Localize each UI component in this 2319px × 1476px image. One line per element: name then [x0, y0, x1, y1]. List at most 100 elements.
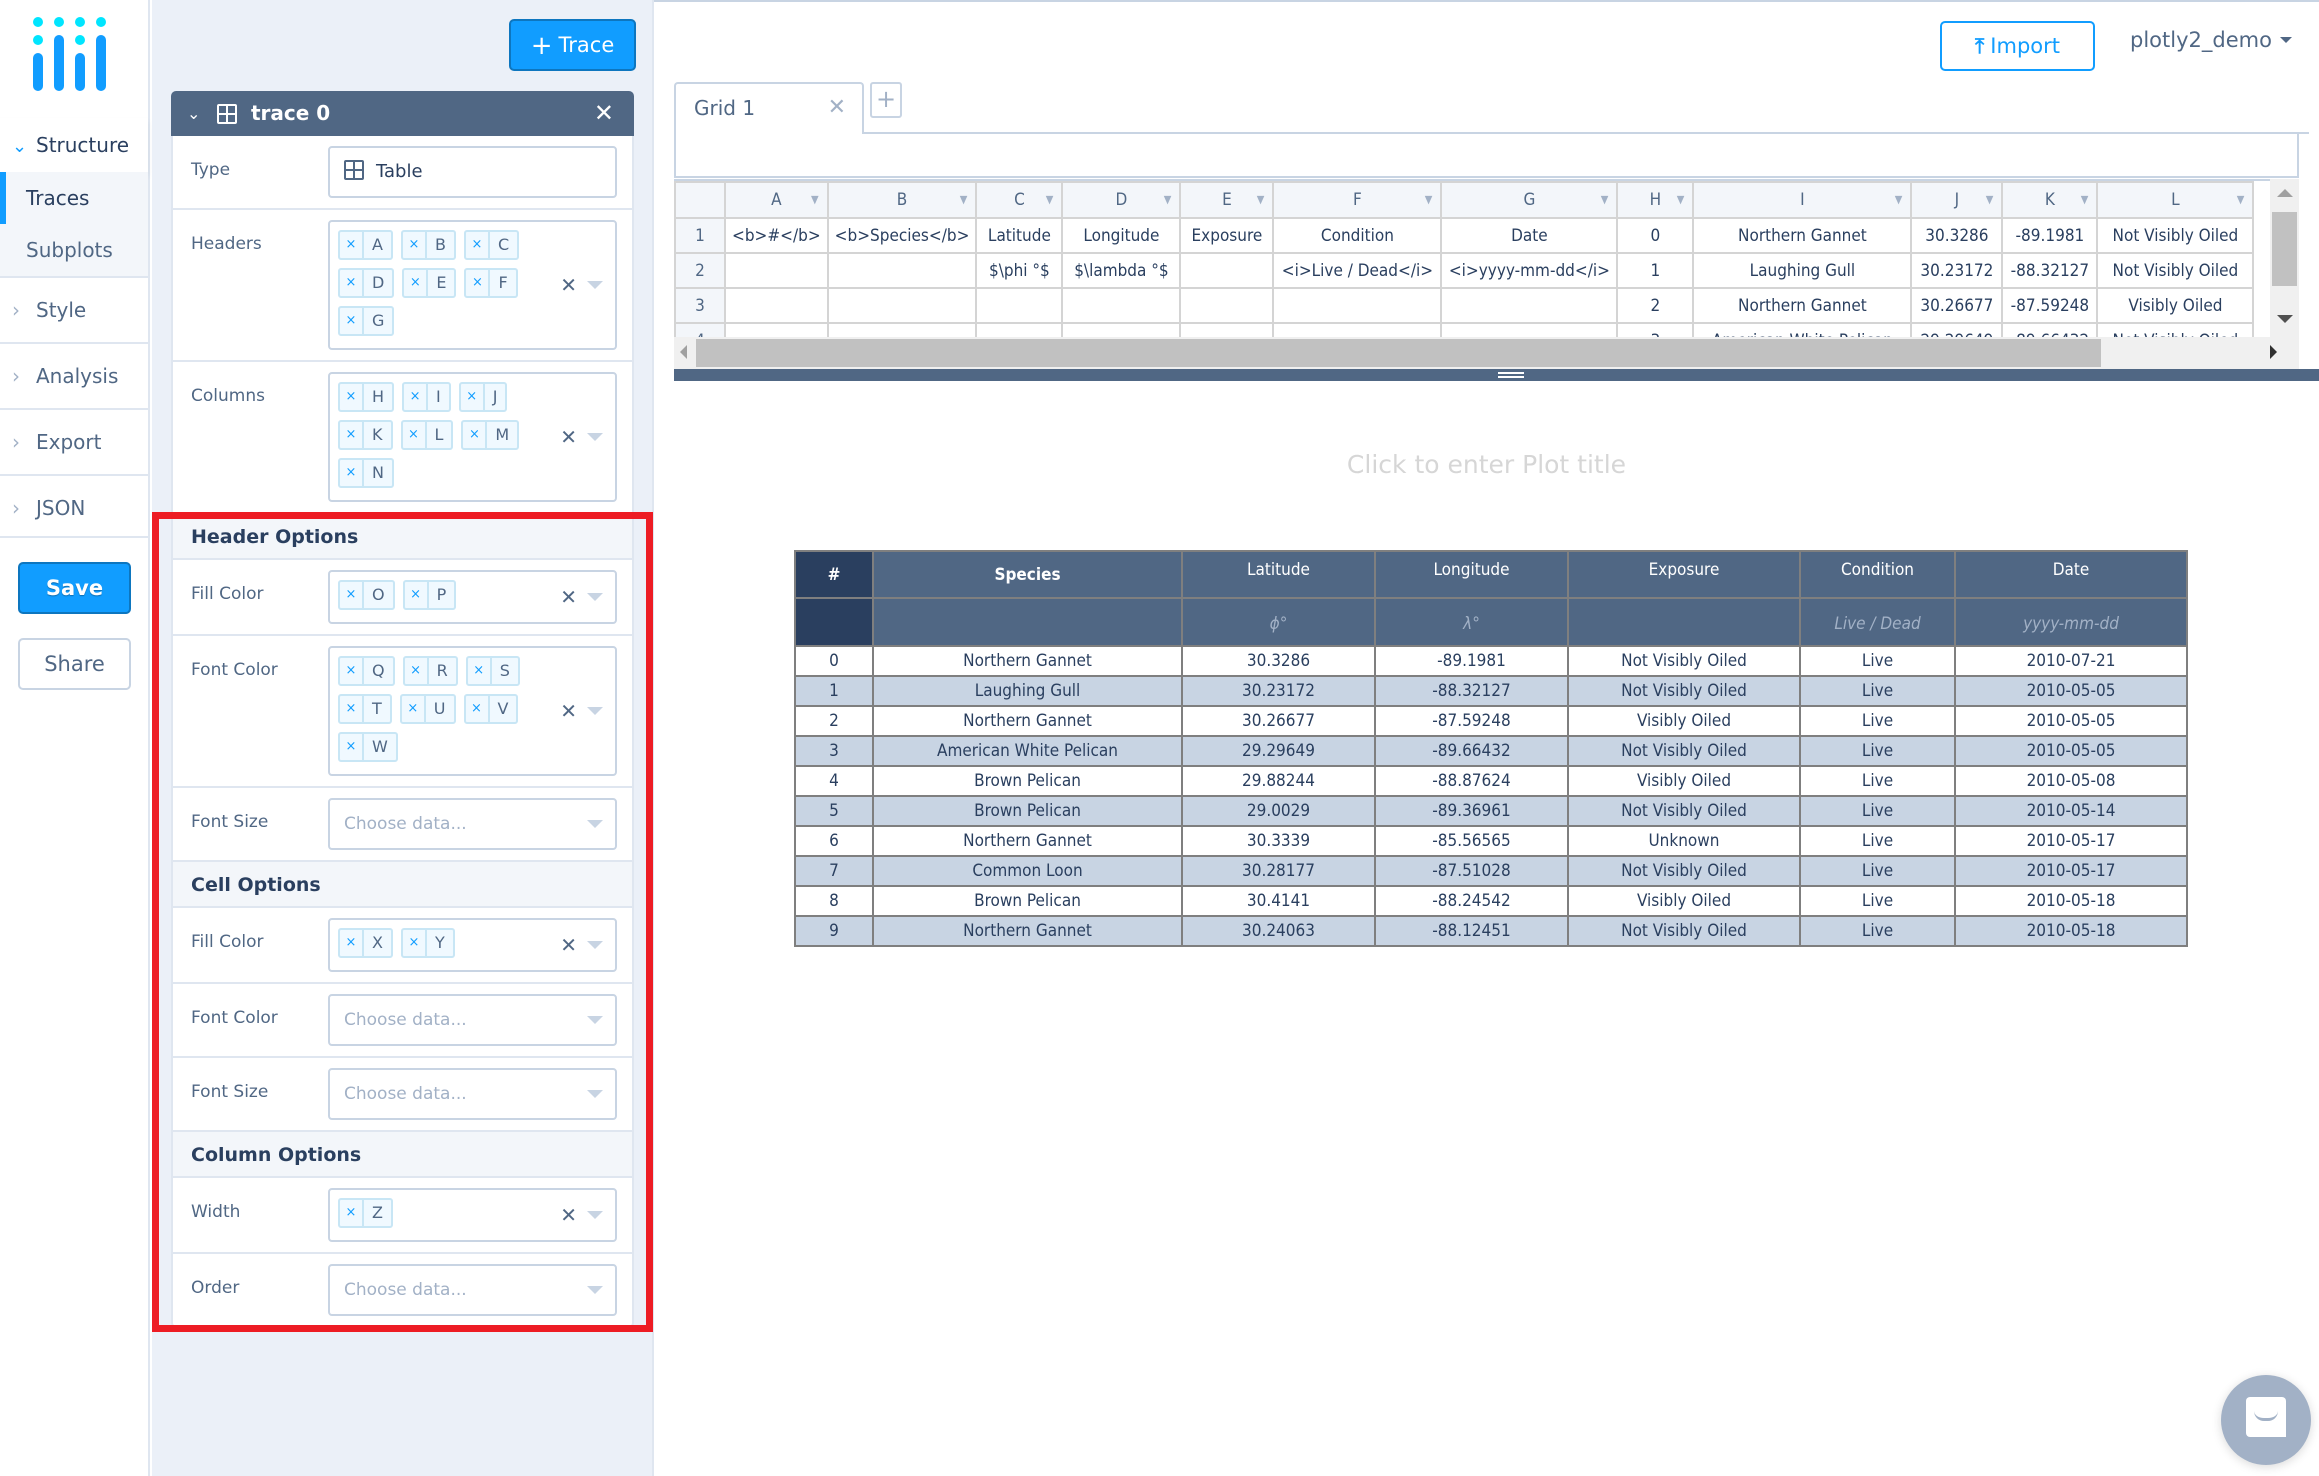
grid-cell[interactable]: [826, 252, 978, 289]
grid-horizontal-scrollbar[interactable]: [674, 337, 2299, 369]
remove-chip-icon[interactable]: ×: [340, 1200, 364, 1226]
dropdown-caret-icon[interactable]: [587, 593, 603, 601]
column-order-select[interactable]: Choose data...: [328, 1264, 617, 1316]
scroll-thumb[interactable]: [2272, 212, 2297, 286]
cell-font-size-select[interactable]: Choose data...: [328, 1068, 617, 1120]
remove-chip-icon[interactable]: ×: [340, 422, 364, 448]
nav-item-analysis[interactable]: › Analysis: [0, 342, 148, 406]
grid-column-header[interactable]: D ▼: [1061, 181, 1182, 219]
remove-chip-icon[interactable]: ×: [403, 232, 427, 258]
grid-corner[interactable]: [674, 181, 726, 219]
column-chip[interactable]: × A: [338, 230, 393, 260]
grid-cell[interactable]: [724, 287, 829, 324]
dropdown-caret-icon[interactable]: [587, 941, 603, 949]
grid-cell[interactable]: -89.1981: [2001, 217, 2099, 254]
column-menu-icon[interactable]: ▼: [960, 193, 968, 206]
trace-header[interactable]: ⌄ trace 0 ✕: [171, 91, 634, 136]
grid-cell[interactable]: 2: [1616, 287, 1695, 324]
column-menu-icon[interactable]: ▼: [811, 193, 819, 206]
save-button[interactable]: Save: [18, 562, 131, 614]
remove-chip-icon[interactable]: ×: [340, 734, 364, 760]
column-chip[interactable]: × C: [463, 230, 520, 260]
column-chip[interactable]: × B: [400, 230, 456, 260]
column-chip[interactable]: × Y: [400, 928, 455, 958]
column-menu-icon[interactable]: ▼: [1425, 193, 1433, 206]
cell-font-color-select[interactable]: Choose data...: [328, 994, 617, 1046]
grid-cell[interactable]: [1272, 287, 1443, 324]
cell-fill-color-select[interactable]: × X × Y ✕: [328, 918, 617, 972]
grid-cell[interactable]: [975, 287, 1064, 324]
grid-cell[interactable]: Date: [1440, 217, 1619, 254]
grid-cell[interactable]: [1179, 287, 1275, 324]
grid-resize-handle[interactable]: [674, 369, 2319, 381]
grid-cell[interactable]: Laughing Gull: [1692, 252, 1913, 289]
column-menu-icon[interactable]: ▼: [2081, 193, 2089, 206]
column-menu-icon[interactable]: ▼: [1257, 193, 1265, 206]
remove-chip-icon[interactable]: ×: [404, 384, 429, 410]
column-chip[interactable]: × Q: [338, 656, 395, 686]
column-chip[interactable]: × T: [338, 694, 392, 724]
clear-icon[interactable]: ✕: [560, 933, 577, 957]
dropdown-caret-icon[interactable]: [587, 433, 603, 441]
remove-chip-icon[interactable]: ×: [466, 232, 490, 258]
grid-cell[interactable]: Exposure: [1179, 217, 1275, 254]
remove-chip-icon[interactable]: ×: [340, 658, 364, 684]
clear-icon[interactable]: ✕: [560, 425, 577, 449]
grid-cell[interactable]: 30.23172: [1910, 252, 2004, 289]
scroll-right-icon[interactable]: [2270, 345, 2277, 359]
drag-grip-icon[interactable]: [1498, 372, 1524, 378]
dropdown-caret-icon[interactable]: [587, 1090, 603, 1098]
grid-cell[interactable]: 1: [1616, 252, 1695, 289]
column-menu-icon[interactable]: ▼: [1895, 193, 1903, 206]
grid-cell[interactable]: Not Visibly Oiled: [2096, 252, 2255, 289]
grid-column-header[interactable]: I ▼: [1692, 181, 1913, 219]
remove-chip-icon[interactable]: ×: [340, 270, 364, 296]
remove-chip-icon[interactable]: ×: [466, 270, 491, 296]
close-trace-icon[interactable]: ✕: [594, 91, 614, 136]
grid-column-header[interactable]: E ▼: [1179, 181, 1275, 219]
column-chip[interactable]: × S: [465, 656, 520, 686]
chevron-down-icon[interactable]: ⌄: [187, 91, 200, 136]
grid-column-header[interactable]: K ▼: [2001, 181, 2099, 219]
remove-chip-icon[interactable]: ×: [463, 422, 488, 448]
grid-cell[interactable]: [1440, 287, 1619, 324]
nav-item-style[interactable]: › Style: [0, 276, 148, 340]
scroll-down-icon[interactable]: [2277, 315, 2293, 323]
remove-chip-icon[interactable]: ×: [402, 696, 426, 722]
close-tab-icon[interactable]: ✕: [828, 84, 846, 132]
remove-chip-icon[interactable]: ×: [403, 422, 427, 448]
header-font-size-select[interactable]: Choose data...: [328, 798, 617, 850]
grid-vertical-scrollbar[interactable]: [2270, 179, 2299, 337]
grid-cell[interactable]: Not Visibly Oiled: [2096, 217, 2255, 254]
chat-support-button[interactable]: [2221, 1375, 2311, 1465]
grid-cell[interactable]: [724, 252, 829, 289]
grid-column-header[interactable]: H ▼: [1616, 181, 1695, 219]
column-menu-icon[interactable]: ▼: [1046, 193, 1054, 206]
grid-cell[interactable]: -87.59248: [2001, 287, 2099, 324]
grid-cell[interactable]: <i>Live / Dead</i>: [1272, 252, 1443, 289]
grid-column-header[interactable]: C ▼: [975, 181, 1064, 219]
grid-cell[interactable]: Longitude: [1061, 217, 1182, 254]
grid-cell[interactable]: <i>yyyy-mm-dd</i>: [1440, 252, 1619, 289]
headers-select[interactable]: × A × B × C × D × E × F × G ✕: [328, 220, 617, 350]
grid-cell[interactable]: $\lambda °$: [1061, 252, 1182, 289]
header-fill-color-select[interactable]: × O × P ✕: [328, 570, 617, 624]
grid-cell[interactable]: $\phi °$: [975, 252, 1064, 289]
column-menu-icon[interactable]: ▼: [1677, 193, 1685, 206]
column-chip[interactable]: × W: [338, 732, 398, 762]
grid-cell[interactable]: Condition: [1272, 217, 1443, 254]
column-menu-icon[interactable]: ▼: [2237, 193, 2245, 206]
clear-icon[interactable]: ✕: [560, 273, 577, 297]
row-number[interactable]: 1: [674, 217, 726, 254]
column-chip[interactable]: × G: [338, 306, 395, 336]
column-chip[interactable]: × X: [338, 928, 393, 958]
column-chip[interactable]: × U: [399, 694, 456, 724]
user-menu[interactable]: plotly2_demo: [2130, 28, 2292, 52]
nav-item-subplots[interactable]: Subplots: [0, 224, 148, 276]
column-menu-icon[interactable]: ▼: [1986, 193, 1994, 206]
clear-icon[interactable]: ✕: [560, 1203, 577, 1227]
nav-structure[interactable]: ⌄ Structure: [0, 118, 148, 172]
remove-chip-icon[interactable]: ×: [403, 930, 427, 956]
grid-cell[interactable]: Latitude: [975, 217, 1064, 254]
remove-chip-icon[interactable]: ×: [461, 384, 485, 410]
